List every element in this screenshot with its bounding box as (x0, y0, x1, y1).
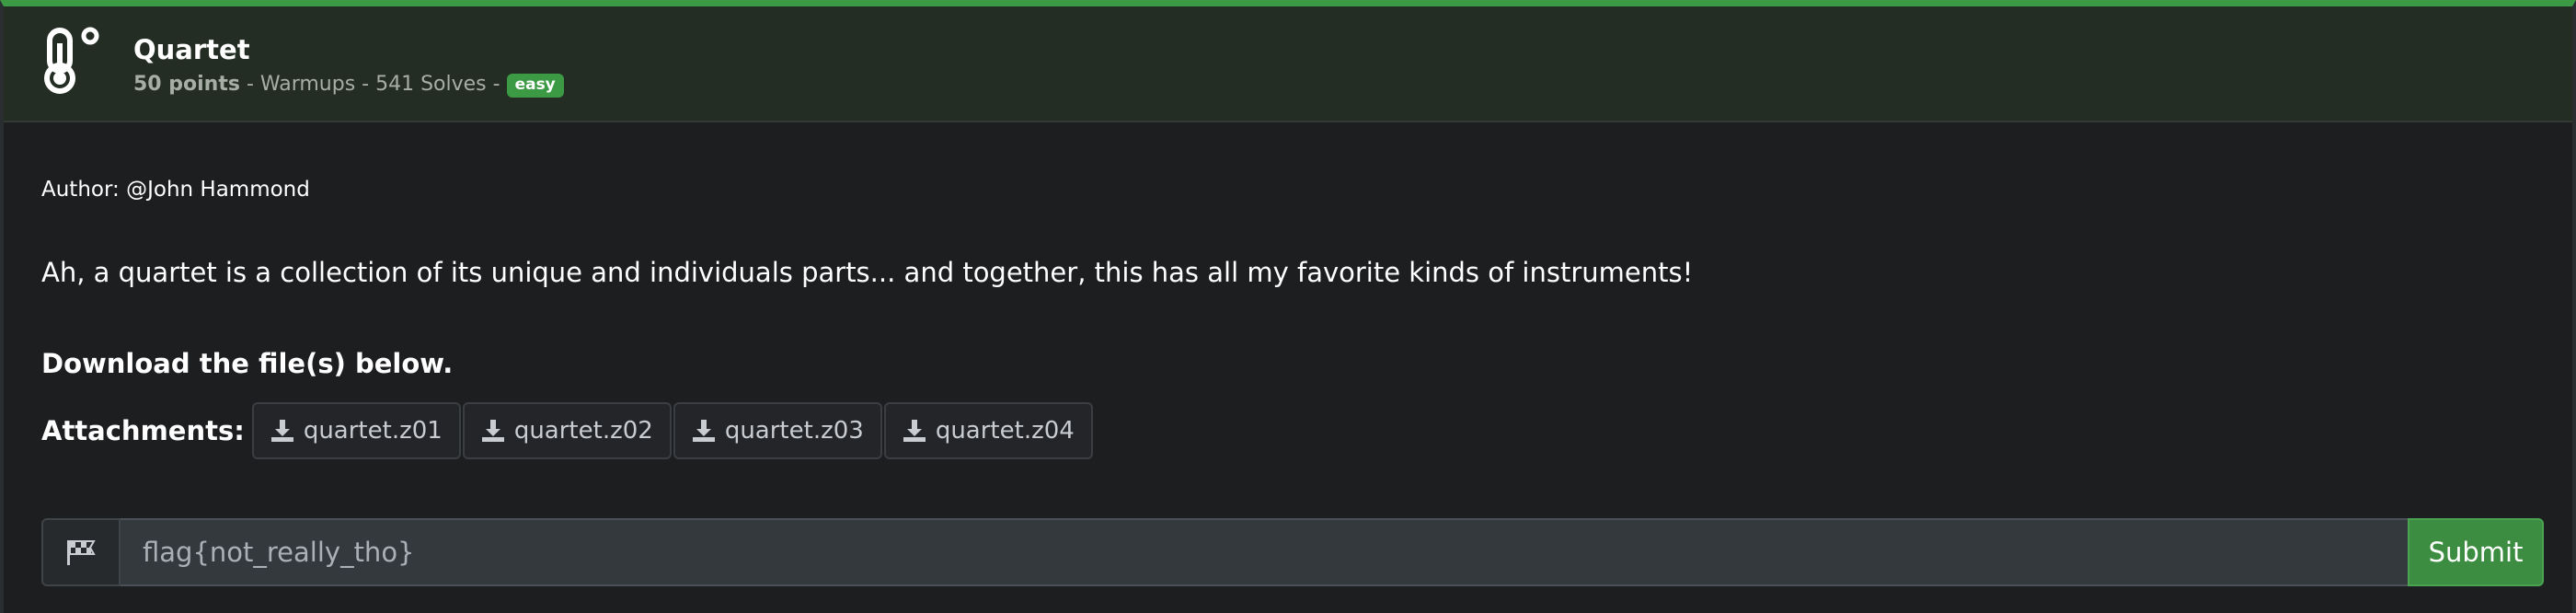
flag-input[interactable] (121, 518, 2408, 586)
flag-prefix (41, 518, 121, 586)
difficulty-badge: easy (506, 74, 564, 98)
challenge-card: Quartet 50 points - Warmups - 541 Solves… (0, 0, 2576, 613)
attachments-label: Attachments: (41, 415, 245, 446)
challenge-meta: 50 points - Warmups - 541 Solves - easy (133, 73, 564, 98)
download-icon (481, 420, 504, 442)
challenge-category-solves: - Warmups - 541 Solves - (239, 73, 507, 96)
submit-button[interactable]: Submit (2408, 518, 2544, 586)
download-icon (692, 420, 715, 442)
attachment-name: quartet.z04 (935, 417, 1075, 445)
attachment-name: quartet.z01 (303, 417, 443, 445)
attachment-button[interactable]: quartet.z03 (673, 402, 882, 459)
challenge-description: Ah, a quartet is a collection of its uni… (41, 257, 1694, 288)
attachment-name: quartet.z02 (513, 417, 653, 445)
attachment-name: quartet.z03 (724, 417, 864, 445)
challenge-header: Quartet 50 points - Warmups - 541 Solves… (4, 6, 2572, 122)
checkered-flag-icon (67, 540, 96, 565)
flag-submit-form: Submit (41, 518, 2544, 586)
download-icon (903, 420, 926, 442)
attachments-row: Attachments: quartet.z01 quartet.z02 qua… (41, 402, 1095, 459)
challenge-author: Author: @John Hammond (41, 178, 310, 202)
challenge-points: 50 points (133, 73, 240, 96)
attachment-button[interactable]: quartet.z01 (251, 402, 461, 459)
challenge-title: Quartet (133, 34, 250, 65)
thermometer-icon (44, 27, 99, 94)
download-icon (270, 420, 293, 442)
attachment-button[interactable]: quartet.z04 (883, 402, 1093, 459)
attachment-button[interactable]: quartet.z02 (462, 402, 672, 459)
download-note: Download the file(s) below. (41, 348, 454, 379)
